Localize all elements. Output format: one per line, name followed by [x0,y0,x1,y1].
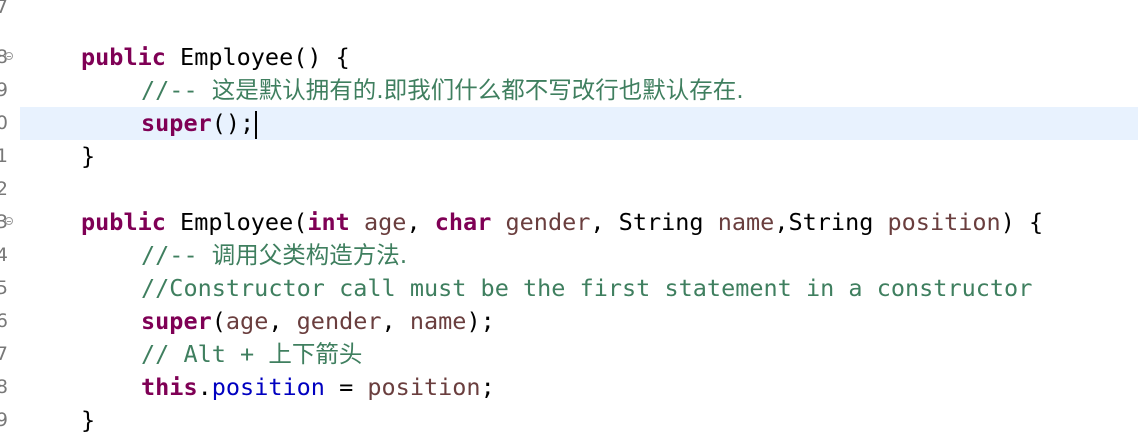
code-comment: //-- 调用父类构造方法. [141,241,408,269]
code-text: } [81,142,96,170]
code-text: super(); [141,107,258,140]
line-number: 16 [0,310,8,332]
code-line[interactable]: 7 [0,0,1138,24]
code-comment: //Constructor call must be the first sta… [141,274,1033,302]
line-number: 10 [0,112,8,134]
line-number: 12 [0,178,8,200]
text-cursor [255,110,258,139]
line-number: 17 [0,343,8,365]
line-number: 14 [0,244,8,266]
fold-toggle-icon[interactable] [5,52,13,60]
line-number: 8 [0,41,20,74]
code-line[interactable]: 16 super(age, gender, name); [0,305,1138,338]
line-number: 7 [0,0,8,18]
line-number: 15 [0,277,8,299]
code-line[interactable]: 12 [0,173,1138,206]
fold-toggle-icon[interactable] [5,217,13,225]
code-text: } [81,406,96,434]
line-number: 13 [0,206,20,239]
code-line[interactable]: 8 public Employee() { [0,41,1138,74]
code-editor[interactable]: 7 8 public Employee() { 9 //-- 这是默认拥有的.即… [0,0,1138,447]
code-line[interactable]: 17 // Alt + 上下箭头 [0,338,1138,371]
line-number: 19 [0,409,8,431]
code-line[interactable]: 18 this.position = position; [0,371,1138,404]
code-line[interactable]: 9 //-- 这是默认拥有的.即我们什么都不写改行也默认存在. [0,74,1138,107]
code-text: super(age, gender, name); [141,307,495,335]
code-line[interactable]: 15 //Constructor call must be the first … [0,272,1138,305]
code-comment: //-- 这是默认拥有的.即我们什么都不写改行也默认存在. [141,76,744,104]
current-line-highlight[interactable]: 10 super(); [0,107,1138,140]
code-line[interactable]: 14 //-- 调用父类构造方法. [0,239,1138,272]
code-text: this.position = position; [141,373,495,401]
code-comment: // Alt + 上下箭头 [141,340,363,368]
line-number: 18 [0,376,8,398]
code-text: public Employee() { [81,43,350,71]
code-line[interactable]: 13 public Employee(int age, char gender,… [0,206,1138,239]
code-line[interactable]: 19 } [0,404,1138,437]
code-line[interactable]: 11 } [0,140,1138,173]
code-text: public Employee(int age, char gender, St… [81,208,1044,236]
line-number: 11 [0,145,8,167]
line-number: 9 [0,79,8,101]
